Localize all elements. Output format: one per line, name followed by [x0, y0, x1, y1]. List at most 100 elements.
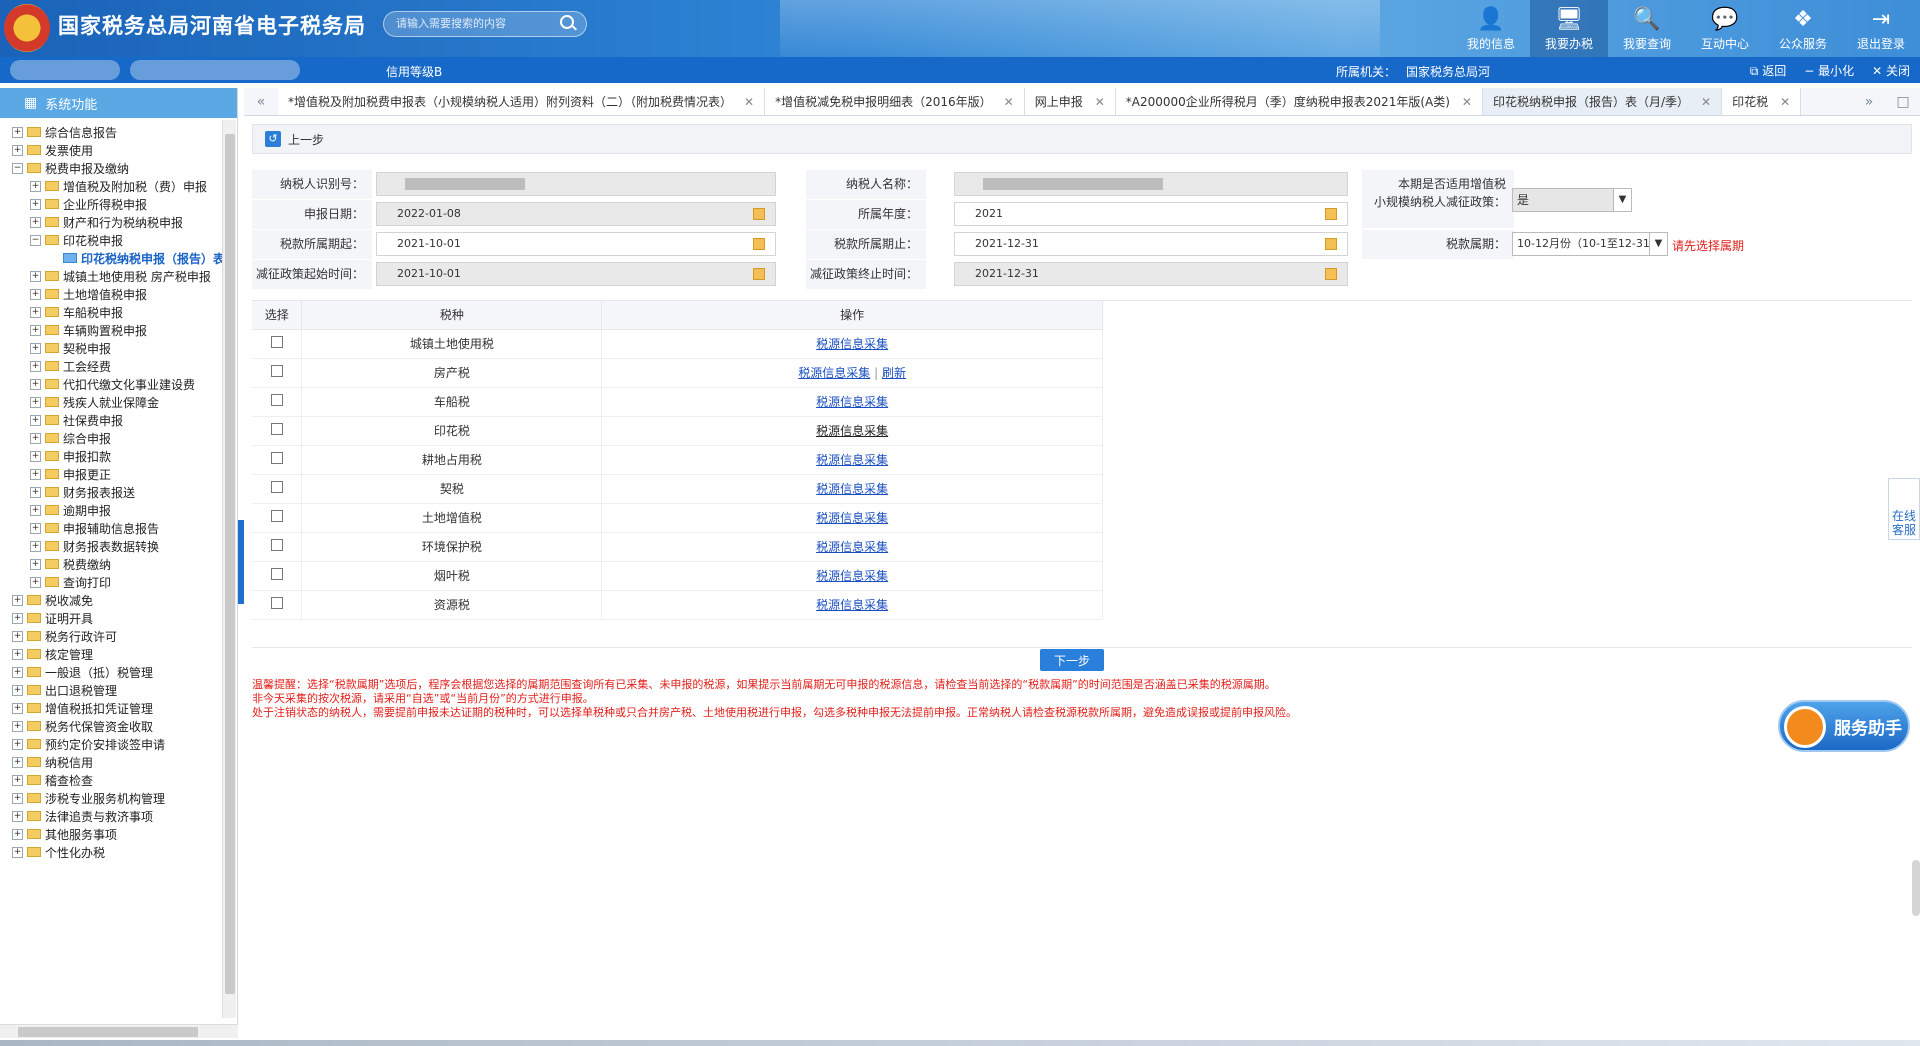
- expand-icon[interactable]: +: [12, 846, 23, 858]
- expand-icon[interactable]: +: [30, 558, 41, 570]
- sidebar-header[interactable]: ▦ 系统功能: [0, 88, 237, 118]
- sidebar-item[interactable]: + 逾期申报: [30, 500, 111, 520]
- sidebar-item[interactable]: + 综合申报: [30, 428, 111, 448]
- sidebar-item[interactable]: + 残疾人就业保障金: [30, 392, 159, 412]
- sidebar-item[interactable]: + 查询打印: [30, 572, 111, 592]
- calendar-icon[interactable]: [1325, 238, 1337, 250]
- sidebar-item[interactable]: + 税收减免: [12, 590, 93, 610]
- refresh-link[interactable]: 刷新: [882, 366, 906, 380]
- expand-icon[interactable]: +: [30, 198, 41, 210]
- close-icon[interactable]: ✕: [744, 95, 754, 109]
- row-checkbox[interactable]: [270, 481, 283, 493]
- sidebar-item[interactable]: − 税费申报及缴纳: [12, 158, 129, 178]
- sidebar-collapse-handle[interactable]: [238, 520, 244, 604]
- sidebar-item[interactable]: + 稽查检查: [12, 770, 93, 790]
- tab-item[interactable]: 网上申报 ✕: [1024, 88, 1116, 115]
- sidebar-item[interactable]: + 其他服务事项: [12, 824, 117, 844]
- collapse-icon[interactable]: −: [12, 162, 23, 174]
- expand-icon[interactable]: +: [30, 378, 41, 390]
- sidebar-item[interactable]: + 土地增值税申报: [30, 284, 147, 304]
- row-checkbox[interactable]: [270, 568, 283, 580]
- expand-icon[interactable]: +: [30, 504, 41, 516]
- expand-icon[interactable]: +: [30, 270, 41, 282]
- minimize-button[interactable]: − 最小化: [1804, 62, 1854, 79]
- expand-icon[interactable]: +: [30, 450, 41, 462]
- online-service-button[interactable]: 在线客服: [1888, 478, 1920, 540]
- tax-period-select[interactable]: 10-12月份（10-1至12-31） ▼: [1512, 232, 1668, 256]
- expand-icon[interactable]: +: [12, 702, 23, 714]
- sidebar-item[interactable]: + 税务代保管资金收取: [12, 716, 153, 736]
- tab-item[interactable]: 印花税纳税申报（报告）表（月/季） ✕: [1482, 88, 1723, 115]
- collect-source-link[interactable]: 税源信息采集: [816, 453, 888, 467]
- expand-icon[interactable]: +: [12, 720, 23, 732]
- calendar-icon[interactable]: [1325, 268, 1337, 280]
- collect-source-link[interactable]: 税源信息采集: [816, 569, 888, 583]
- sidebar-item[interactable]: + 税费缴纳: [30, 554, 111, 574]
- sidebar-item[interactable]: + 代扣代缴文化事业建设费: [30, 374, 195, 394]
- row-checkbox[interactable]: [270, 510, 283, 522]
- nav-user[interactable]: 👤 我的信息: [1452, 0, 1530, 57]
- sidebar-item[interactable]: + 申报更正: [30, 464, 111, 484]
- sidebar-item[interactable]: + 社保费申报: [30, 410, 123, 430]
- sidebar-item[interactable]: − 印花税申报: [30, 230, 123, 250]
- expand-icon[interactable]: +: [12, 666, 23, 678]
- sidebar-item[interactable]: 印花税纳税申报（报告）表: [48, 248, 225, 268]
- search-input[interactable]: [383, 11, 587, 37]
- row-checkbox[interactable]: [270, 336, 283, 348]
- expand-icon[interactable]: +: [12, 126, 23, 138]
- close-icon[interactable]: ✕: [1462, 95, 1472, 109]
- expand-icon[interactable]: +: [12, 828, 23, 840]
- chevron-down-icon[interactable]: ▼: [1649, 233, 1667, 255]
- sidebar-item[interactable]: + 财务报表报送: [30, 482, 135, 502]
- nav-monitor[interactable]: 🖥 我要办税: [1530, 0, 1608, 57]
- sidebar-item[interactable]: + 预约定价安排谈签申请: [12, 734, 165, 754]
- sidebar-item[interactable]: + 城镇土地使用税 房产税申报: [30, 266, 211, 286]
- expand-icon[interactable]: +: [12, 756, 23, 768]
- close-button[interactable]: ✕ 关闭: [1872, 62, 1910, 79]
- sidebar-item[interactable]: + 税务行政许可: [12, 626, 117, 646]
- sidebar-hscroll-thumb[interactable]: [18, 1027, 198, 1037]
- sidebar-item[interactable]: + 工会经费: [30, 356, 111, 376]
- expand-icon[interactable]: +: [30, 180, 41, 192]
- expand-icon[interactable]: +: [30, 576, 41, 588]
- sidebar-item[interactable]: + 增值税抵扣凭证管理: [12, 698, 153, 718]
- collect-source-link[interactable]: 税源信息采集: [816, 424, 888, 438]
- sidebar-item[interactable]: + 一般退（抵）税管理: [12, 662, 153, 682]
- sidebar-item[interactable]: + 申报扣款: [30, 446, 111, 466]
- sidebar-item[interactable]: + 核定管理: [12, 644, 93, 664]
- expand-icon[interactable]: +: [30, 486, 41, 498]
- policy-select[interactable]: 是 ▼: [1512, 188, 1632, 212]
- collect-source-link[interactable]: 税源信息采集: [816, 511, 888, 525]
- collect-source-link[interactable]: 税源信息采集: [816, 395, 888, 409]
- expand-icon[interactable]: +: [12, 684, 23, 696]
- next-step-button[interactable]: 下一步: [1040, 649, 1104, 671]
- tab-scroll-right-icon[interactable]: »: [1852, 94, 1886, 110]
- expand-icon[interactable]: +: [30, 414, 41, 426]
- expand-icon[interactable]: +: [30, 306, 41, 318]
- back-button[interactable]: ⧉ 返回: [1750, 62, 1786, 79]
- sidebar-scrollbar[interactable]: [222, 120, 236, 1018]
- close-icon[interactable]: ✕: [1701, 95, 1711, 109]
- expand-icon[interactable]: +: [30, 396, 41, 408]
- tab-item[interactable]: *增值税减免税申报明细表（2016年版） ✕: [765, 88, 1025, 115]
- expand-icon[interactable]: +: [12, 594, 23, 606]
- expand-icon[interactable]: +: [30, 522, 41, 534]
- prev-step-button[interactable]: 上一步: [288, 131, 324, 148]
- sidebar-item[interactable]: + 个性化办税: [12, 842, 105, 862]
- collect-source-link[interactable]: 税源信息采集: [816, 598, 888, 612]
- expand-icon[interactable]: +: [30, 288, 41, 300]
- expand-icon[interactable]: +: [12, 810, 23, 822]
- period-start-field[interactable]: 2021-10-01: [376, 232, 776, 256]
- collect-source-link[interactable]: 税源信息采集: [798, 366, 870, 380]
- expand-icon[interactable]: +: [30, 540, 41, 552]
- right-edge-scroll[interactable]: [1912, 860, 1920, 916]
- expand-icon[interactable]: +: [12, 144, 23, 156]
- period-end-field[interactable]: 2021-12-31: [954, 232, 1348, 256]
- expand-icon[interactable]: +: [30, 468, 41, 480]
- sidebar-item[interactable]: + 证明开具: [12, 608, 93, 628]
- sidebar-item[interactable]: + 出口退税管理: [12, 680, 117, 700]
- calendar-icon[interactable]: [753, 238, 765, 250]
- row-checkbox[interactable]: [270, 394, 283, 406]
- tab-scroll-left-icon[interactable]: «: [244, 94, 278, 110]
- sidebar-hscrollbar[interactable]: [0, 1024, 238, 1038]
